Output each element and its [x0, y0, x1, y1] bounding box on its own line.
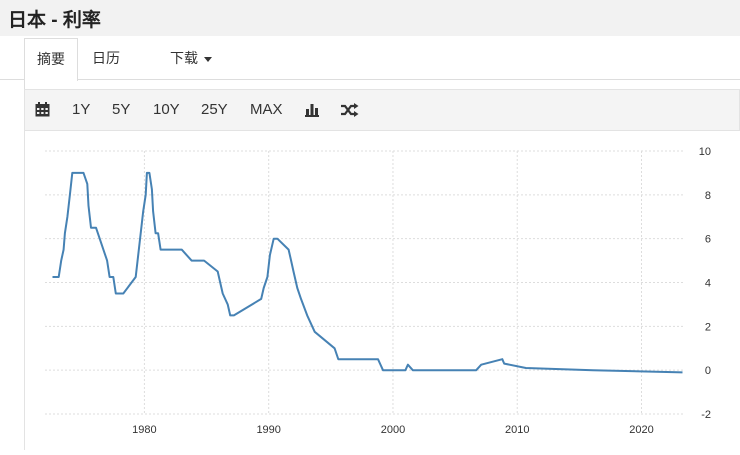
interest-rate-chart: 10 8 6 4 2 0 -2 1980 1990 2000 2010 2020: [45, 146, 711, 436]
title-bar: 日本 - 利率: [0, 0, 740, 36]
chart-toolbar: 1Y 5Y 10Y 25Y MAX: [24, 89, 740, 131]
range-10y-button[interactable]: 10Y: [153, 90, 180, 130]
range-5y-button[interactable]: 5Y: [112, 90, 130, 130]
range-1y-button[interactable]: 1Y: [72, 90, 90, 130]
range-max-button[interactable]: MAX: [250, 90, 283, 130]
tab-bar: 摘要 日历 下载: [0, 38, 740, 117]
y-tick-label: 4: [705, 278, 711, 290]
y-tick-label: -2: [701, 409, 711, 421]
x-tick-label: 2020: [629, 424, 653, 436]
tab-summary[interactable]: 摘要: [24, 38, 78, 81]
page-title: 日本 - 利率: [8, 10, 101, 31]
y-tick-label: 2: [705, 321, 711, 333]
rate-series-line: [52, 171, 683, 374]
caret-down-icon: [204, 56, 212, 62]
bar-chart-icon[interactable]: [305, 103, 319, 122]
x-tick-label: 2000: [381, 424, 405, 436]
y-tick-label: 8: [705, 190, 711, 202]
calendar-icon[interactable]: [35, 102, 50, 122]
x-tick-label: 1990: [256, 424, 280, 436]
x-tick-label: 2010: [505, 424, 529, 436]
x-tick-label: 1980: [132, 424, 156, 436]
tab-calendar[interactable]: 日历: [80, 38, 132, 79]
tab-download[interactable]: 下载: [158, 38, 224, 79]
tab-bar-edge: [0, 76, 25, 117]
y-tick-label: 10: [699, 146, 711, 158]
y-tick-label: 6: [705, 234, 711, 246]
shuffle-icon[interactable]: [341, 103, 359, 122]
chart-area: 10 8 6 4 2 0 -2 1980 1990 2000 2010 2020: [24, 131, 740, 450]
tab-download-label: 下载: [170, 50, 198, 66]
y-tick-label: 0: [705, 365, 711, 377]
range-25y-button[interactable]: 25Y: [201, 90, 228, 130]
